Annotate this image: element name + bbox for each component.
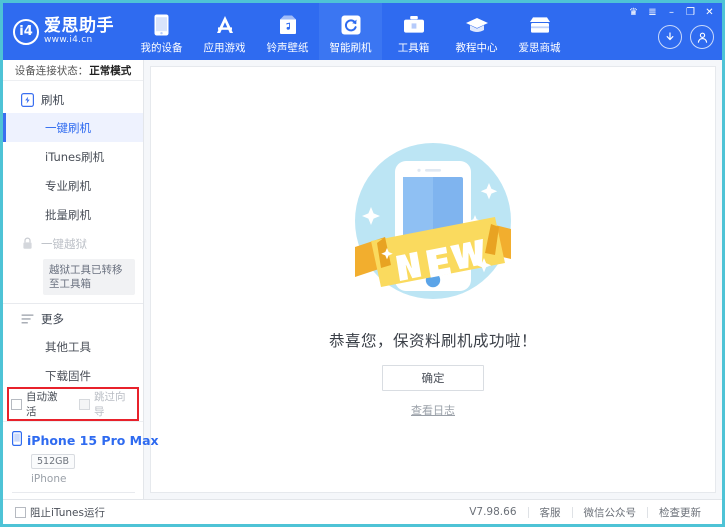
app-window: i4 爱思助手 www.i4.cn 我的设备 应用游戏 铃声壁纸 智能刷机 工具… xyxy=(0,0,725,527)
sidebar: 设备连接状态： 正常模式 刷机 一键刷机 iTunes刷机 专业刷机 批量刷机 … xyxy=(3,60,159,499)
wechat-link[interactable]: 微信公众号 xyxy=(573,505,648,520)
status-bar-right: V7.98.66 客服 微信公众号 检查更新 xyxy=(458,505,712,520)
sidebar-item-label: 一键刷机 xyxy=(45,120,91,135)
success-message: 恭喜您，保资料刷机成功啦！ xyxy=(328,332,537,350)
sidebar-item-label: 下载固件 xyxy=(45,368,91,383)
nav-item-ringtones-wallpaper[interactable]: 铃声壁纸 xyxy=(256,3,319,60)
status-bar: 阻止iTunes运行 V7.98.66 客服 微信公众号 检查更新 xyxy=(3,499,722,524)
shop-icon xyxy=(528,13,552,37)
refresh-icon xyxy=(341,13,361,37)
main-content: 恭喜您，保资料刷机成功啦！ 确定 查看日志 xyxy=(144,60,722,499)
checkbox-box xyxy=(15,506,26,518)
check-update-link[interactable]: 检查更新 xyxy=(648,505,712,520)
graduation-icon xyxy=(465,13,489,37)
connection-status-label: 设备连接状态： xyxy=(14,64,89,77)
sidebar-item-one-key-jailbreak: 一键越狱 xyxy=(3,229,143,258)
music-icon xyxy=(278,13,298,37)
nav-label: 我的设备 xyxy=(140,41,183,54)
skin-icon[interactable]: ♛ xyxy=(625,6,642,20)
checkbox-label: 跳过向导 xyxy=(94,391,126,418)
download-icon[interactable] xyxy=(658,25,682,49)
device-divider xyxy=(12,492,135,493)
status-bar-left: 阻止iTunes运行 xyxy=(15,505,105,520)
device-name-row: iPhone 15 Pro Max xyxy=(12,431,159,449)
sidebar-item-label: iTunes刷机 xyxy=(45,149,105,164)
nav-label: 教程中心 xyxy=(455,41,498,54)
nav-label: 工具箱 xyxy=(397,41,430,54)
customer-service-link[interactable]: 客服 xyxy=(529,505,572,520)
flash-icon xyxy=(20,93,34,108)
nav-item-smart-flash[interactable]: 智能刷机 xyxy=(319,3,382,60)
window-controls: ♛ ≣ – ❐ ✕ xyxy=(625,6,718,20)
sidebar-item-one-key-flash[interactable]: 一键刷机 xyxy=(3,113,143,143)
nav-item-tutorials[interactable]: 教程中心 xyxy=(445,3,508,60)
sidebar-scroll: 刷机 一键刷机 iTunes刷机 专业刷机 批量刷机 一键越狱 越狱工具已转移至… xyxy=(3,81,143,389)
phone-icon xyxy=(12,431,23,449)
device-name-text: iPhone 15 Pro Max xyxy=(27,432,159,448)
main-nav: 我的设备 应用游戏 铃声壁纸 智能刷机 工具箱 教程中心 爱思商城 xyxy=(130,3,571,60)
brand-url: www.i4.cn xyxy=(44,34,93,45)
appstore-icon xyxy=(213,13,237,37)
result-panel: 恭喜您，保资料刷机成功啦！ 确定 查看日志 xyxy=(150,66,716,493)
brand-mark-icon: i4 xyxy=(13,18,39,45)
checkbox-label: 阻止iTunes运行 xyxy=(30,506,105,519)
checkbox-box xyxy=(11,398,22,410)
sidebar-divider xyxy=(3,303,143,305)
nav-item-toolbox[interactable]: 工具箱 xyxy=(382,3,445,60)
minimize-icon[interactable]: – xyxy=(663,6,680,20)
sidebar-item-download-firmware[interactable]: 下载固件 xyxy=(3,361,143,389)
sidebar-item-other-tools[interactable]: 其他工具 xyxy=(3,332,143,361)
sidebar-group-title: 刷机 xyxy=(41,93,64,108)
connected-device-card[interactable]: iPhone 15 Pro Max 512GB iPhone xyxy=(3,421,159,499)
phone-icon xyxy=(154,13,169,37)
connection-status: 设备连接状态： 正常模式 xyxy=(3,60,143,82)
nav-label: 爱思商城 xyxy=(518,41,561,54)
brand-name: 爱思助手 xyxy=(44,15,114,36)
content-row: 设备连接状态： 正常模式 刷机 一键刷机 iTunes刷机 专业刷机 批量刷机 … xyxy=(3,60,722,499)
skip-wizard-checkbox: 跳过向导 xyxy=(79,389,135,419)
sidebar-item-itunes-flash[interactable]: iTunes刷机 xyxy=(3,142,143,171)
sidebar-item-label: 一键越狱 xyxy=(41,236,87,251)
device-type-label: iPhone xyxy=(31,473,67,485)
app-logo: i4 爱思助手 www.i4.cn xyxy=(3,3,130,60)
nav-item-my-device[interactable]: 我的设备 xyxy=(130,3,193,60)
maximize-icon[interactable]: ❐ xyxy=(682,6,699,20)
nav-label: 智能刷机 xyxy=(329,41,372,54)
nav-label: 铃声壁纸 xyxy=(266,41,309,54)
jailbreak-moved-tip: 越狱工具已转移至工具箱 xyxy=(43,259,135,296)
app-header: i4 爱思助手 www.i4.cn 我的设备 应用游戏 铃声壁纸 智能刷机 工具… xyxy=(3,3,722,60)
close-icon[interactable]: ✕ xyxy=(701,6,718,20)
connection-status-value: 正常模式 xyxy=(89,64,132,77)
sidebar-options-row: 自动激活 跳过向导 xyxy=(3,387,143,421)
sidebar-item-label: 其他工具 xyxy=(45,339,91,354)
sidebar-item-batch-flash[interactable]: 批量刷机 xyxy=(3,200,143,229)
lock-icon xyxy=(20,237,34,251)
checkbox-label: 自动激活 xyxy=(26,391,58,418)
account-icon[interactable] xyxy=(690,25,714,49)
sidebar-item-pro-flash[interactable]: 专业刷机 xyxy=(3,171,143,200)
nav-item-apps-games[interactable]: 应用游戏 xyxy=(193,3,256,60)
menu-icon[interactable]: ≣ xyxy=(644,6,661,20)
list-icon xyxy=(20,312,34,326)
sidebar-group-flash: 刷机 xyxy=(3,87,143,113)
sidebar-item-label: 专业刷机 xyxy=(45,178,91,193)
toolbox-icon xyxy=(403,13,425,37)
block-itunes-checkbox[interactable]: 阻止iTunes运行 xyxy=(15,505,105,520)
new-phone-badge-illustration xyxy=(355,143,511,299)
sidebar-item-label: 批量刷机 xyxy=(45,207,91,222)
checkbox-box xyxy=(79,398,90,410)
view-log-link[interactable]: 查看日志 xyxy=(411,402,455,418)
header-action-buttons xyxy=(658,25,714,49)
nav-label: 应用游戏 xyxy=(203,41,246,54)
auto-activate-checkbox[interactable]: 自动激活 xyxy=(11,389,67,419)
sidebar-group-title: 更多 xyxy=(41,312,64,327)
sidebar-group-more: 更多 xyxy=(3,306,143,332)
header-right-area: ♛ ≣ – ❐ ✕ xyxy=(607,3,722,60)
nav-item-store[interactable]: 爱思商城 xyxy=(508,3,571,60)
confirm-button[interactable]: 确定 xyxy=(382,365,484,391)
device-capacity-badge: 512GB xyxy=(31,454,76,469)
version-label: V7.98.66 xyxy=(469,506,517,518)
